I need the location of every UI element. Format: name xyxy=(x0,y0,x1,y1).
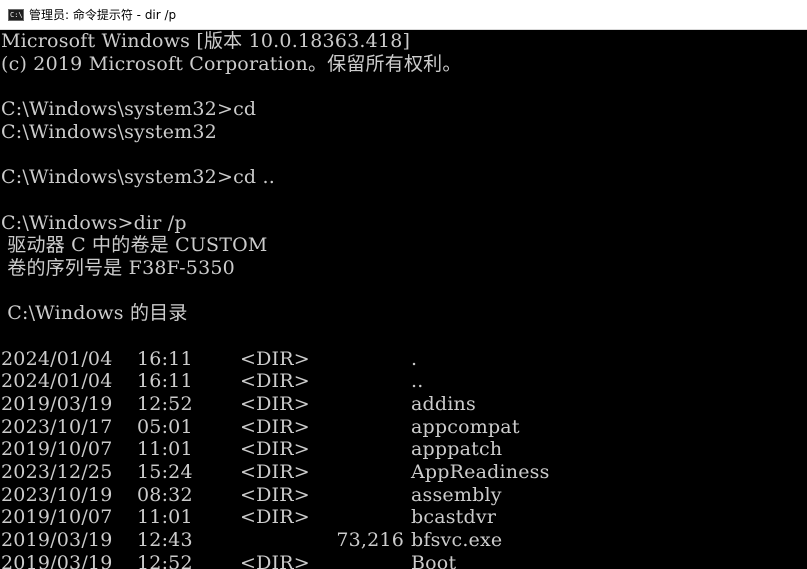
entry-type: <DIR> xyxy=(240,370,310,393)
console-line: C:\Windows>dir /p xyxy=(1,211,187,234)
entry-name: bfsvc.exe xyxy=(411,529,503,552)
entry-type: <DIR> xyxy=(240,461,310,484)
entry-date: 2023/12/25 xyxy=(1,461,113,484)
entry-type: <DIR> xyxy=(240,483,310,506)
entry-date: 2019/03/19 xyxy=(1,393,113,415)
entry-time: 11:01 xyxy=(137,438,193,461)
entry-name: addins xyxy=(411,393,476,415)
directory-entry: 2023/10/17 05:01 <DIR> appcompat xyxy=(0,416,807,439)
entry-name: AppReadiness xyxy=(411,461,550,484)
entry-type: <DIR> xyxy=(240,347,310,370)
entry-date: 2024/01/04 xyxy=(1,370,113,393)
title-bar[interactable]: C:\ 管理员: 命令提示符 - dir /p xyxy=(0,0,807,30)
entry-name: .. xyxy=(411,370,424,393)
directory-entry: 2019/03/19 12:43 73,216 bfsvc.exe xyxy=(0,529,807,552)
entry-type: <DIR> xyxy=(240,393,310,415)
entry-time: 11:01 xyxy=(137,506,193,529)
entry-date: 2023/10/19 xyxy=(1,483,113,506)
cmd-icon: C:\ xyxy=(8,8,24,21)
entry-name: assembly xyxy=(411,483,502,506)
entry-name: bcastdvr xyxy=(411,506,497,529)
directory-entry: 2023/12/25 15:24 <DIR> AppReadiness xyxy=(0,461,807,484)
window-title: 管理员: 命令提示符 - dir /p xyxy=(29,8,177,22)
console-line: C:\Windows 的目录 xyxy=(1,302,188,325)
directory-entry: 2024/01/04 16:11 <DIR>. xyxy=(0,348,807,371)
directory-entry: 2024/01/04 16:11 <DIR>.. xyxy=(0,370,807,393)
console-line: (c) 2019 Microsoft Corporation。保留所有权利。 xyxy=(1,52,462,75)
entry-date: 2019/03/19 xyxy=(1,551,113,569)
directory-entry: 2019/10/07 11:01 <DIR> bcastdvr xyxy=(0,506,807,529)
entry-date: 2019/10/07 xyxy=(1,506,113,529)
console-header: Microsoft Windows [版本 10.0.18363.418] (c)… xyxy=(0,30,807,348)
entry-time: 16:11 xyxy=(137,347,193,370)
entry-time: 16:11 xyxy=(137,370,193,393)
entry-type: <DIR> xyxy=(240,551,310,569)
console-line: 卷的序列号是 F38F-5350 xyxy=(1,256,235,279)
console-line: C:\Windows\system32 xyxy=(1,120,217,143)
directory-entry: 2019/03/19 12:52 <DIR> Boot xyxy=(0,552,807,569)
entry-time: 15:24 xyxy=(137,461,193,484)
entry-time: 08:32 xyxy=(137,483,193,506)
entry-date: 2023/10/17 xyxy=(1,415,113,438)
console-line: C:\Windows\system32>cd xyxy=(1,98,257,121)
entry-type: <DIR> xyxy=(240,415,310,438)
directory-entry: 2019/10/07 11:01 <DIR> apppatch xyxy=(0,438,807,461)
entry-time: 12:43 xyxy=(137,529,193,552)
directory-entry: 2019/03/19 12:52 <DIR> addins xyxy=(0,393,807,416)
console-line: C:\Windows\system32>cd .. xyxy=(1,166,276,189)
entry-date: 2024/01/04 xyxy=(1,347,113,370)
entry-type: <DIR> xyxy=(240,438,310,461)
console-line: 驱动器 C 中的卷是 CUSTOM xyxy=(1,234,268,257)
entry-time: 12:52 xyxy=(137,551,193,569)
entry-date: 2019/10/07 xyxy=(1,438,113,461)
console-line: Microsoft Windows [版本 10.0.18363.418] xyxy=(1,30,411,52)
directory-entry: 2023/10/19 08:32 <DIR> assembly xyxy=(0,484,807,507)
entry-type: <DIR> xyxy=(240,506,310,529)
entry-date: 2019/03/19 xyxy=(1,529,113,552)
entry-name: Boot xyxy=(411,551,457,569)
entry-time: 05:01 xyxy=(137,415,193,438)
directory-listing: 2024/01/04 16:11 <DIR>. 2024/01/04 16:11 <DIR… xyxy=(0,348,807,569)
entry-name: appcompat xyxy=(411,415,520,438)
entry-name: apppatch xyxy=(411,438,503,461)
entry-size: 73,216 xyxy=(336,529,404,552)
command-prompt-window: C:\ 管理员: 命令提示符 - dir /p Microsoft Window… xyxy=(0,0,807,569)
entry-name: . xyxy=(411,347,418,370)
console-output[interactable]: Microsoft Windows [版本 10.0.18363.418] (c)… xyxy=(0,30,807,569)
entry-time: 12:52 xyxy=(137,393,193,415)
